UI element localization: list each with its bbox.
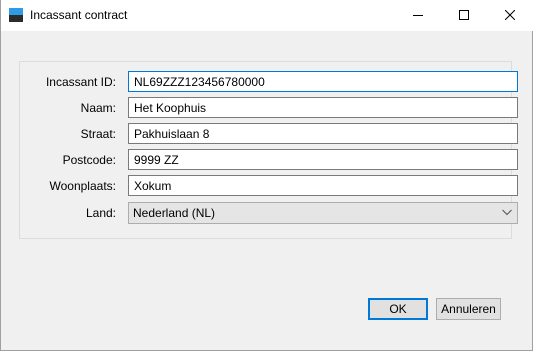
maximize-button[interactable] xyxy=(441,0,487,31)
close-icon xyxy=(505,10,515,20)
minimize-icon xyxy=(413,15,423,16)
maximize-icon xyxy=(459,10,469,20)
ok-button[interactable]: OK xyxy=(368,298,428,320)
dialog-window: Incassant contract Incassant ID: Naam: S… xyxy=(0,0,533,351)
postcode-field[interactable] xyxy=(128,149,518,170)
woonplaats-label: Woonplaats: xyxy=(49,179,117,193)
close-button[interactable] xyxy=(487,0,533,31)
cancel-button[interactable]: Annuleren xyxy=(436,298,501,320)
naam-label: Naam: xyxy=(80,101,116,115)
land-select[interactable]: Nederland (NL) xyxy=(128,202,518,224)
chevron-down-icon xyxy=(502,209,512,216)
title-bar[interactable]: Incassant contract xyxy=(1,0,533,31)
woonplaats-field[interactable] xyxy=(128,175,518,196)
straat-field[interactable] xyxy=(128,123,518,144)
postcode-label: Postcode: xyxy=(62,153,116,167)
incassant-id-field[interactable] xyxy=(128,71,518,92)
land-label: Land: xyxy=(85,206,116,220)
app-icon xyxy=(9,8,23,22)
incassant-id-label: Incassant ID: xyxy=(45,75,116,89)
land-selected-value: Nederland (NL) xyxy=(133,206,216,220)
straat-label: Straat: xyxy=(80,127,116,141)
contract-form-group: Incassant ID: Naam: Straat: Postcode: Wo… xyxy=(19,61,518,239)
naam-field[interactable] xyxy=(128,97,518,118)
minimize-button[interactable] xyxy=(395,0,441,31)
window-title: Incassant contract xyxy=(30,8,128,22)
